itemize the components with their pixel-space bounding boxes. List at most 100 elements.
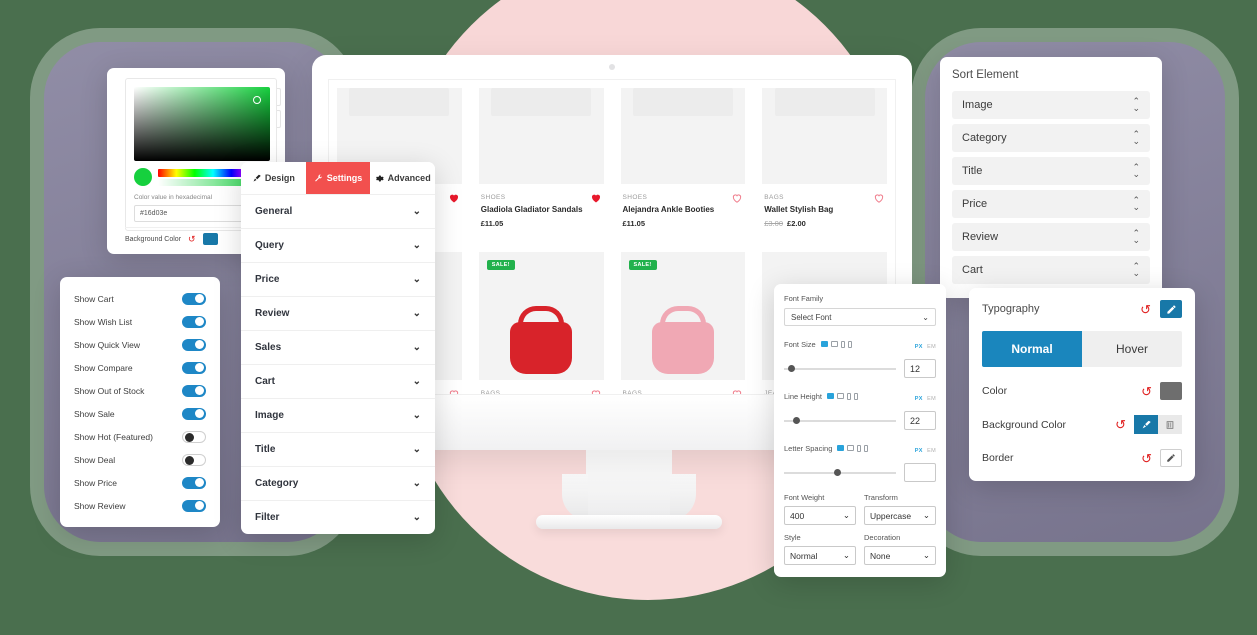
sort-item-cart[interactable]: Cart ⌃ ⌄ <box>952 256 1150 284</box>
product-card[interactable]: SALE! BAGS Jelly Hand Bag £3.00£2.00 <box>612 244 754 395</box>
font-weight-select[interactable]: 400 ⌄ <box>784 506 856 525</box>
toggle-row-show-cart[interactable]: Show Cart <box>70 287 210 310</box>
toggle-row-show-hot-featured[interactable]: Show Hot (Featured) <box>70 425 210 448</box>
wishlist-heart-icon[interactable] <box>873 192 885 204</box>
unit-em[interactable]: EM <box>927 448 936 454</box>
accordion-item-price[interactable]: Price ⌄ <box>241 262 435 296</box>
unit-px[interactable]: PX <box>915 448 923 454</box>
sort-handle-icon[interactable]: ⌃ ⌄ <box>1132 130 1140 146</box>
toggle-row-show-price[interactable]: Show Price <box>70 471 210 494</box>
toggle-row-show-wish-list[interactable]: Show Wish List <box>70 310 210 333</box>
laptop-icon[interactable] <box>847 445 855 451</box>
sort-handle-icon[interactable]: ⌃ ⌄ <box>1132 262 1140 278</box>
toggle-switch[interactable] <box>182 338 206 351</box>
sort-handle-icon[interactable]: ⌃ ⌄ <box>1132 97 1140 113</box>
wishlist-heart-icon[interactable] <box>731 388 743 395</box>
product-card[interactable]: SHOES Alejandra Ankle Booties £11.05 <box>612 80 754 238</box>
unit-px[interactable]: PX <box>915 396 923 402</box>
font-size-input[interactable]: 12 <box>904 359 936 378</box>
reset-icon[interactable]: ↺ <box>188 234 196 245</box>
tab-normal[interactable]: Normal <box>982 331 1082 367</box>
laptop-icon[interactable] <box>830 341 838 347</box>
edit-pencil-icon[interactable] <box>1160 449 1182 467</box>
desktop-icon[interactable] <box>837 445 845 451</box>
toggle-switch[interactable] <box>182 361 206 374</box>
tab-advanced[interactable]: Advanced <box>370 162 435 194</box>
unit-em[interactable]: EM <box>927 396 936 402</box>
unit-em[interactable]: EM <box>927 344 936 350</box>
line-height-input[interactable]: 22 <box>904 411 936 430</box>
accordion-item-general[interactable]: General ⌄ <box>241 194 435 228</box>
style-select[interactable]: Normal ⌄ <box>784 546 856 565</box>
toggle-switch[interactable] <box>182 499 206 512</box>
solid-brush-icon[interactable] <box>1134 415 1158 434</box>
sort-item-price[interactable]: Price ⌃ ⌄ <box>952 190 1150 218</box>
laptop-icon[interactable] <box>836 393 844 399</box>
wishlist-heart-icon[interactable] <box>448 388 460 395</box>
product-title[interactable]: Alejandra Ankle Booties <box>623 205 744 214</box>
wishlist-heart-icon[interactable] <box>448 192 460 204</box>
letter-spacing-slider[interactable] <box>784 468 896 476</box>
tab-design[interactable]: Design <box>241 162 306 194</box>
mobile-icon[interactable] <box>847 340 852 348</box>
toggle-switch[interactable] <box>182 315 206 328</box>
product-title[interactable]: Gladiola Gladiator Sandals <box>481 205 602 214</box>
unit-px[interactable]: PX <box>915 344 923 350</box>
toggle-row-show-deal[interactable]: Show Deal <box>70 448 210 471</box>
sort-handle-icon[interactable]: ⌃ ⌄ <box>1132 229 1140 245</box>
accordion-item-sales[interactable]: Sales ⌄ <box>241 330 435 364</box>
mobile-icon[interactable] <box>864 444 869 452</box>
decoration-select[interactable]: None ⌄ <box>864 546 936 565</box>
product-card[interactable]: SALE! BAGS Fashionable Vanity Bag £3.00£… <box>470 244 612 395</box>
tab-settings[interactable]: Settings <box>305 162 371 194</box>
tablet-icon[interactable] <box>857 444 862 452</box>
gradient-icon[interactable] <box>1158 415 1182 434</box>
toggle-row-show-out-of-stock[interactable]: Show Out of Stock <box>70 379 210 402</box>
product-card[interactable]: SHOES Gladiola Gladiator Sandals £11.05 <box>470 80 612 238</box>
letter-spacing-input[interactable] <box>904 463 936 482</box>
accordion-item-cart[interactable]: Cart ⌄ <box>241 364 435 398</box>
saturation-value-field[interactable] <box>134 87 270 161</box>
accordion-item-filter[interactable]: Filter ⌄ <box>241 500 435 534</box>
toggle-row-show-sale[interactable]: Show Sale <box>70 402 210 425</box>
tab-hover[interactable]: Hover <box>1082 331 1182 367</box>
toggle-switch[interactable] <box>182 430 206 443</box>
toggle-switch[interactable] <box>182 476 206 489</box>
wishlist-heart-icon[interactable] <box>590 192 602 204</box>
reset-icon[interactable]: ↺ <box>1140 303 1151 316</box>
toggle-row-show-compare[interactable]: Show Compare <box>70 356 210 379</box>
font-size-slider[interactable] <box>784 364 896 372</box>
font-family-select[interactable]: Select Font ⌄ <box>784 308 936 326</box>
desktop-icon[interactable] <box>826 393 834 399</box>
toggle-row-show-review[interactable]: Show Review <box>70 494 210 517</box>
edit-pencil-icon[interactable] <box>1160 300 1182 318</box>
toggle-row-show-quick-view[interactable]: Show Quick View <box>70 333 210 356</box>
reset-icon[interactable]: ↺ <box>1141 385 1152 398</box>
product-title[interactable]: Wallet Stylish Bag <box>764 205 885 214</box>
reset-icon[interactable]: ↺ <box>1115 418 1126 431</box>
tablet-icon[interactable] <box>840 340 845 348</box>
accordion-item-review[interactable]: Review ⌄ <box>241 296 435 330</box>
sort-handle-icon[interactable]: ⌃ ⌄ <box>1132 163 1140 179</box>
reset-icon[interactable]: ↺ <box>1141 452 1152 465</box>
toggle-switch[interactable] <box>182 292 206 305</box>
sort-handle-icon[interactable]: ⌃ ⌄ <box>1132 196 1140 212</box>
sort-item-image[interactable]: Image ⌃ ⌄ <box>952 91 1150 119</box>
toggle-switch[interactable] <box>182 384 206 397</box>
sort-item-category[interactable]: Category ⌃ ⌄ <box>952 124 1150 152</box>
toggle-switch[interactable] <box>182 407 206 420</box>
wishlist-heart-icon[interactable] <box>731 192 743 204</box>
desktop-icon[interactable] <box>820 341 828 347</box>
toggle-switch[interactable] <box>182 453 206 466</box>
accordion-item-query[interactable]: Query ⌄ <box>241 228 435 262</box>
transform-select[interactable]: Uppercase ⌄ <box>864 506 936 525</box>
accordion-item-image[interactable]: Image ⌄ <box>241 398 435 432</box>
sort-item-title[interactable]: Title ⌃ ⌄ <box>952 157 1150 185</box>
tablet-icon[interactable] <box>846 392 851 400</box>
color-swatch-button[interactable] <box>202 233 218 245</box>
accordion-item-title[interactable]: Title ⌄ <box>241 432 435 466</box>
line-height-slider[interactable] <box>784 416 896 424</box>
saturation-cursor[interactable] <box>253 96 261 104</box>
wishlist-heart-icon[interactable] <box>590 388 602 395</box>
mobile-icon[interactable] <box>853 392 858 400</box>
